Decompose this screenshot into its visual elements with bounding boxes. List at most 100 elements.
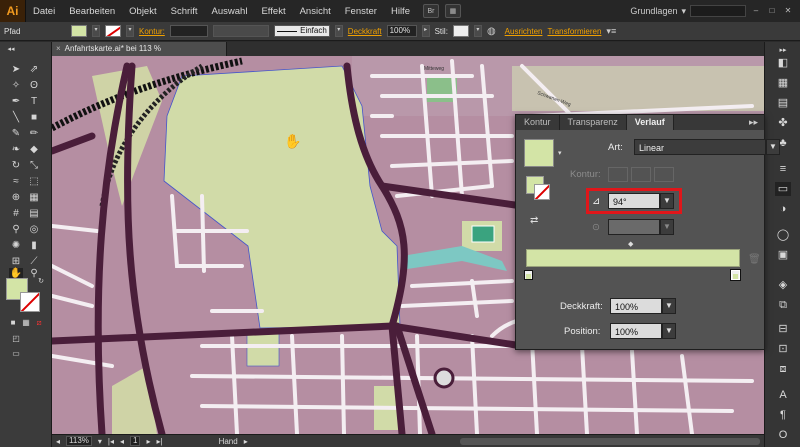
direct-selection-tool-icon[interactable]: ⇗	[27, 64, 41, 76]
brush-style-field[interactable]: Einfach	[273, 25, 330, 37]
none-mode-icon[interactable]: ⧄	[32, 317, 46, 329]
gradient-panel-icon[interactable]: ▭	[775, 182, 791, 196]
stroke-none-swatch[interactable]	[105, 25, 121, 37]
reverse-gradient-icon[interactable]: ⇄	[530, 215, 538, 226]
stroke-across-icon[interactable]	[654, 167, 674, 182]
close-tab-icon[interactable]: ×	[56, 42, 61, 56]
search-input[interactable]	[690, 5, 746, 17]
chevron-down-icon[interactable]: ▾	[126, 25, 134, 37]
menu-datei[interactable]: Datei	[26, 6, 62, 17]
opentype-panel-icon[interactable]: O	[775, 428, 791, 442]
artboards-panel-icon[interactable]: ⧉	[775, 298, 791, 312]
appearance-panel-icon[interactable]: ◯	[775, 228, 791, 242]
stroke-within-icon[interactable]	[608, 167, 628, 182]
chevron-down-icon[interactable]: ▼	[766, 139, 780, 155]
opacity-field[interactable]: 100%	[610, 298, 662, 314]
panel-collapse-icon[interactable]: ◂◂	[4, 44, 18, 56]
type-tool-icon[interactable]: T	[27, 96, 41, 108]
chevron-right-icon[interactable]: ▸	[244, 437, 248, 446]
rotate-tool-icon[interactable]: ↻	[9, 160, 23, 172]
next-artboard-icon[interactable]: ▸	[146, 437, 150, 446]
gradient-preview-swatch[interactable]	[524, 139, 554, 167]
transform-link[interactable]: Transformieren	[547, 27, 601, 36]
pen-tool-icon[interactable]: ✒	[9, 96, 23, 108]
chevron-down-icon[interactable]: ▼	[662, 323, 676, 339]
position-field[interactable]: 100%	[610, 323, 662, 339]
brushes-panel-icon[interactable]: ✤	[775, 116, 791, 130]
screen-mode-icon[interactable]: ▭	[9, 348, 23, 360]
stroke-link[interactable]: Kontur:	[139, 27, 165, 36]
delete-stop-icon[interactable]: 🗑	[748, 254, 761, 265]
selection-tool-icon[interactable]: ➤	[9, 64, 23, 76]
perspective-grid-tool-icon[interactable]: ▦	[27, 192, 41, 204]
zoom-field[interactable]: 113%	[66, 436, 92, 446]
symbol-sprayer-tool-icon[interactable]: ✺	[9, 240, 23, 252]
swap-colors-icon[interactable]: ↻	[34, 276, 48, 288]
control-bar-menu-icon[interactable]: ▾≡	[606, 26, 616, 37]
color-panel-icon[interactable]: ◧	[775, 56, 791, 70]
opacity-field[interactable]: 100%	[386, 25, 417, 37]
chevron-down-icon[interactable]: ▾	[92, 25, 100, 37]
chevron-down-icon[interactable]: ▼	[660, 219, 674, 235]
paragraph-panel-icon[interactable]: ¶	[775, 408, 791, 422]
gradient-mode-icon[interactable]: ▦	[19, 317, 33, 329]
menu-objekt[interactable]: Objekt	[122, 6, 163, 17]
align-panel-icon[interactable]: ⊟	[775, 322, 791, 336]
menu-hilfe[interactable]: Hilfe	[384, 6, 417, 17]
artboard-number-field[interactable]: 1	[130, 436, 141, 446]
menu-auswahl[interactable]: Auswahl	[205, 6, 255, 17]
rectangle-tool-icon[interactable]: ■	[27, 112, 41, 124]
stroke-panel-icon[interactable]: ≡	[775, 162, 791, 176]
pencil-tool-icon[interactable]: ✏	[27, 128, 41, 140]
paintbrush-tool-icon[interactable]: ✎	[9, 128, 23, 140]
slice-tool-icon[interactable]: ⟋	[27, 256, 41, 268]
tab-transparenz[interactable]: Transparenz	[560, 115, 627, 130]
chevron-down-icon[interactable]: ▾	[334, 25, 343, 37]
close-button[interactable]: ✕	[782, 6, 794, 16]
magic-wand-tool-icon[interactable]: ✧	[9, 80, 23, 92]
blend-tool-icon[interactable]: ◎	[27, 224, 41, 236]
artboard-tool-icon[interactable]: ⊞	[9, 256, 23, 268]
maximize-button[interactable]: □	[766, 6, 778, 16]
chevron-down-icon[interactable]: ▼	[662, 298, 676, 314]
lasso-tool-icon[interactable]: ʘ	[27, 80, 41, 92]
chevron-down-icon[interactable]: ▾	[558, 149, 562, 157]
layers-panel-icon[interactable]: ◈	[775, 278, 791, 292]
color-guide-icon[interactable]: ▦	[775, 76, 791, 90]
workspace-switcher[interactable]: Grundlagen ▾ – □ ✕	[630, 5, 794, 17]
chevron-down-icon[interactable]: ▾	[473, 25, 482, 37]
horizontal-scrollbar[interactable]	[460, 437, 760, 445]
shape-builder-tool-icon[interactable]: ⊕	[9, 192, 23, 204]
chevron-down-icon[interactable]: ▾	[98, 437, 102, 446]
last-artboard-icon[interactable]: ▸|	[156, 437, 162, 446]
eraser-tool-icon[interactable]: ◆	[27, 144, 41, 156]
transparency-panel-icon[interactable]: ◑	[775, 202, 791, 216]
bridge-button[interactable]: Br	[422, 4, 439, 18]
width-tool-icon[interactable]: ≈	[9, 176, 23, 188]
first-artboard-icon[interactable]: |◂	[108, 437, 114, 446]
aspect-ratio-field[interactable]	[608, 219, 660, 235]
prev-artboard-icon[interactable]: ◂	[120, 437, 124, 446]
recolor-icon[interactable]: ◍	[487, 26, 496, 37]
stroke-color-box[interactable]	[534, 184, 550, 200]
swatches-panel-icon[interactable]: ▤	[775, 96, 791, 110]
menu-fenster[interactable]: Fenster	[338, 6, 384, 17]
drawing-mode-icon[interactable]: ◰	[9, 333, 23, 345]
chevron-left-icon[interactable]: ◂	[56, 437, 60, 446]
mesh-tool-icon[interactable]: #	[9, 208, 23, 220]
gradient-stop-end[interactable]	[730, 269, 741, 281]
eyedropper-tool-icon[interactable]: ⚲	[9, 224, 23, 236]
scale-tool-icon[interactable]: ⤡	[27, 160, 41, 172]
color-mode-icon[interactable]: ■	[6, 317, 20, 329]
stroke-weight-field[interactable]	[169, 25, 208, 37]
midpoint-diamond-icon[interactable]: ◆	[628, 240, 633, 248]
character-panel-icon[interactable]: A	[775, 388, 791, 402]
chevron-right-icon[interactable]: ▸	[421, 25, 430, 37]
document-tab[interactable]: ×Anfahrtskarte.ai* bei 113 % (CMYK/Vorsc…	[52, 42, 227, 67]
opacity-link[interactable]: Deckkraft	[348, 27, 382, 36]
menu-bearbeiten[interactable]: Bearbeiten	[62, 6, 122, 17]
menu-schrift[interactable]: Schrift	[164, 6, 205, 17]
column-graph-tool-icon[interactable]: ▮	[27, 240, 41, 252]
tab-verlauf[interactable]: Verlauf	[626, 115, 674, 130]
minimize-button[interactable]: –	[750, 6, 762, 16]
